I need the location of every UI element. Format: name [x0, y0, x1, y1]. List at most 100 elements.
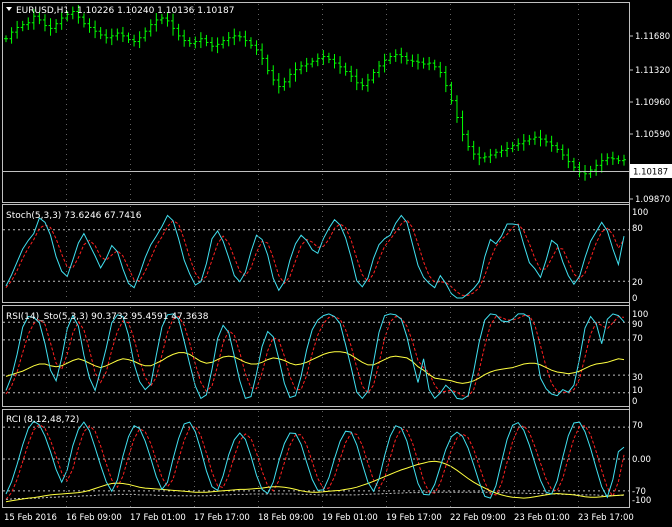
main-pane[interactable] [2, 2, 630, 203]
price-bar [193, 36, 198, 49]
price-bar [571, 157, 576, 171]
rci-pane[interactable] [2, 409, 630, 508]
chevron-down-icon[interactable] [6, 7, 12, 11]
time-tick-label: 16 Feb 09:00 [66, 513, 122, 523]
price-bar [287, 68, 292, 88]
price-bar [560, 144, 565, 160]
price-bar [115, 28, 120, 41]
price-bar [516, 138, 521, 151]
price-bar [265, 54, 270, 75]
time-tick-label: 19 Feb 01:00 [322, 513, 378, 523]
price-bar [254, 40, 259, 55]
price-bar [109, 28, 114, 46]
price-bar [87, 18, 92, 33]
rci-tick-label: -100 [632, 496, 651, 506]
time-tick-label: 17 Feb 01:00 [130, 513, 186, 523]
price-bar [616, 155, 621, 165]
price-bar [126, 32, 131, 44]
stoch-tick-label: 80 [632, 224, 643, 234]
price-bar [493, 148, 498, 159]
price-bar [349, 65, 354, 82]
price-bar [70, 6, 75, 20]
price-bar [532, 131, 537, 145]
price-bar [176, 23, 181, 41]
price-tick-label: 1.10590 [635, 130, 670, 140]
price-bars [4, 4, 626, 181]
rci-72-line [5, 491, 624, 500]
price-bar [93, 20, 98, 39]
price-bar [120, 26, 125, 43]
rci-8-line [5, 420, 625, 499]
price-bar [471, 140, 476, 160]
price-bar [187, 37, 192, 47]
price-bar [226, 32, 231, 47]
price-bar [510, 141, 515, 153]
price-bar [360, 78, 365, 91]
price-bar [243, 30, 248, 47]
price-tick-label: 1.11680 [635, 32, 670, 42]
rsi-sto-axis: 100 90 70 30 10 0 [632, 310, 648, 407]
price-bar [15, 20, 20, 39]
price-bar [321, 50, 326, 65]
price-tick-label: 1.11320 [635, 66, 670, 76]
price-bar [416, 53, 420, 70]
price-bar [599, 153, 604, 173]
price-bar [466, 130, 471, 151]
time-axis: 15 Feb 2016 16 Feb 09:00 17 Feb 01:00 17… [4, 513, 634, 523]
price-bar [527, 134, 532, 146]
price-bar [404, 52, 409, 65]
price-bar [410, 54, 415, 67]
price-bar [482, 152, 487, 163]
chart-window[interactable]: EURUSD,H1 1.10226 1.10240 1.10136 1.1018… [0, 0, 672, 527]
price-bar [354, 68, 359, 91]
price-bar [377, 60, 382, 78]
price-bar [388, 52, 393, 65]
stoch-tick-label: 20 [632, 278, 643, 288]
price-bar [4, 35, 8, 43]
price-bar [399, 47, 404, 64]
rsi-tick-label: 90 [632, 320, 643, 330]
symbol-timeframe: EURUSD,H1 [16, 6, 69, 16]
price-bar [438, 61, 443, 78]
price-tick-label: 1.10960 [635, 98, 670, 108]
price-bar [332, 54, 337, 69]
price-bar [26, 17, 31, 30]
time-tick-label: 18 Feb 09:00 [258, 513, 314, 523]
price-bar [338, 56, 343, 74]
pane-borders [2, 2, 630, 508]
price-bar [148, 19, 153, 37]
price-bar [488, 148, 493, 164]
rci-12-line [5, 423, 625, 500]
price-bar [432, 59, 437, 71]
price-bar [304, 57, 309, 73]
price-bar [605, 153, 610, 166]
rci-axis: 70 0.00 -70 -100 [632, 421, 651, 506]
price-bar [98, 27, 103, 40]
stoch-levels [3, 229, 629, 282]
price-bar [215, 37, 220, 54]
price-bar [326, 52, 331, 64]
price-bar [204, 34, 209, 47]
ohlc-values: 1.10226 1.10240 1.10136 1.10187 [77, 6, 234, 16]
rsi-tick-label: 70 [632, 334, 643, 344]
stoch-signal-line [5, 218, 625, 296]
price-bar [343, 62, 348, 76]
rci-lines [5, 420, 625, 503]
price-bar [521, 134, 526, 151]
price-bar [171, 13, 176, 36]
price-bar [555, 142, 560, 153]
rsi-sto-main-line [5, 313, 625, 400]
price-bar [315, 53, 320, 67]
price-bar [42, 14, 47, 32]
price-bar [237, 31, 242, 42]
price-bar [143, 27, 148, 42]
price-bar [454, 95, 459, 123]
price-bar [9, 27, 14, 44]
time-gridlines [66, 4, 579, 507]
price-bar [499, 145, 504, 158]
price-bar [538, 129, 543, 147]
stoch-tick-label: 100 [632, 208, 648, 218]
price-bar [449, 81, 454, 105]
price-bar [48, 18, 53, 36]
price-bar [132, 34, 137, 47]
